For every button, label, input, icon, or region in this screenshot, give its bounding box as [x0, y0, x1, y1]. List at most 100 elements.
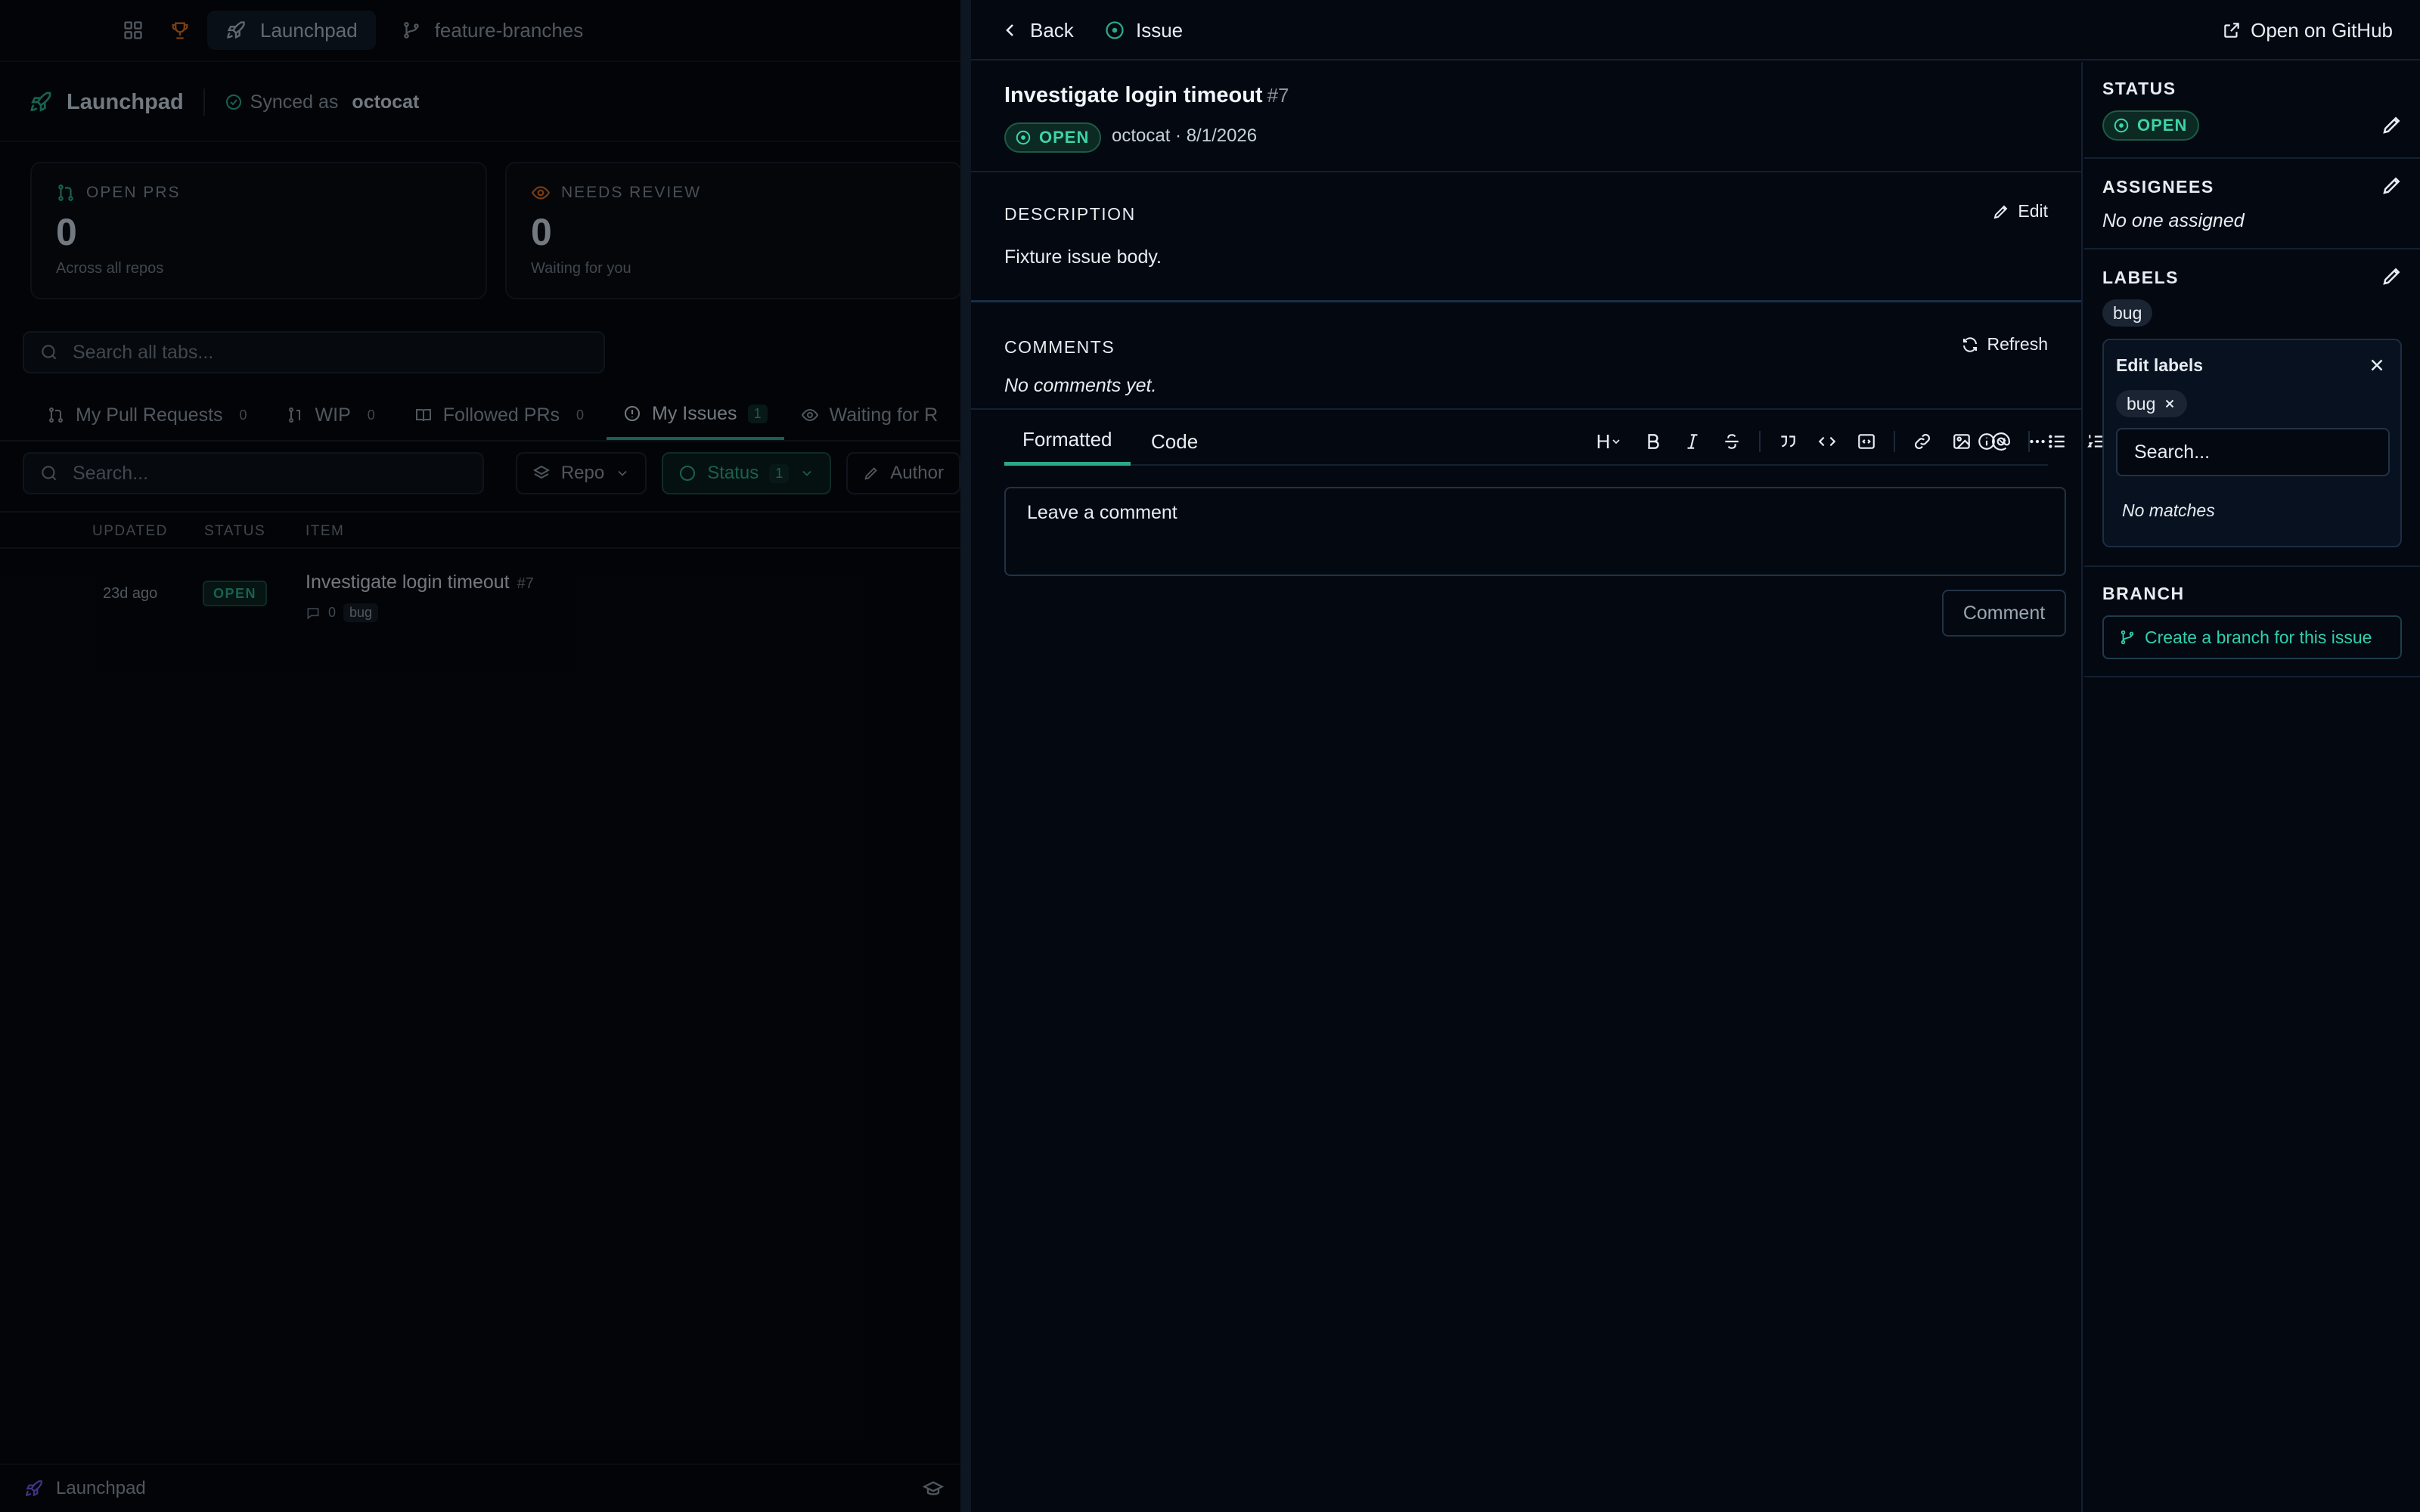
code-block-button[interactable]	[1853, 428, 1880, 455]
remove-label-icon[interactable]	[2163, 397, 2176, 411]
tab-wip[interactable]: WIP 0	[270, 390, 398, 440]
author-filter-label: Author	[890, 463, 944, 483]
comment-textarea[interactable]: Leave a comment	[1004, 487, 2066, 576]
code-block-icon	[1858, 434, 1875, 449]
trophy-icon[interactable]	[160, 11, 200, 50]
author-filter[interactable]: Author	[846, 452, 960, 494]
refresh-comments-button[interactable]: Refresh	[1961, 334, 2048, 355]
info-dropdown[interactable]	[1974, 428, 2012, 455]
label-search-placeholder: Search...	[2134, 441, 2211, 463]
strikethrough-button[interactable]	[1718, 428, 1745, 455]
search-icon	[42, 345, 57, 360]
assignees-section: ASSIGNEES No one assigned	[2084, 159, 2420, 249]
filter-row: Search... Repo Status 1 Author	[23, 451, 960, 496]
close-icon[interactable]	[2367, 355, 2387, 375]
search-icon	[42, 466, 57, 481]
item-type-label: Issue	[1136, 18, 1184, 42]
create-branch-button[interactable]: Create a branch for this issue	[2102, 615, 2402, 659]
status-filter[interactable]: Status 1	[662, 452, 832, 494]
issue-open-icon	[1106, 21, 1124, 39]
row-status-badge: OPEN	[203, 581, 268, 606]
description-section: DESCRIPTION Edit Fixture issue body.	[971, 174, 2081, 302]
edit-status-pencil-icon[interactable]	[2381, 113, 2403, 136]
synced-label: Synced as	[250, 91, 339, 113]
info-icon	[1978, 433, 1995, 450]
create-branch-label: Create a branch for this issue	[2145, 627, 2372, 647]
back-button[interactable]: Back	[1001, 15, 1074, 45]
row-comment-count: 0	[328, 605, 337, 620]
issue-number: #7	[1267, 84, 1289, 107]
nav-launchpad[interactable]: Launchpad	[207, 11, 376, 50]
edit-assignees-pencil-icon[interactable]	[2381, 174, 2403, 197]
sidebar-status-text: OPEN	[2137, 116, 2188, 135]
open-prs-value: 0	[56, 211, 77, 253]
grid-icon[interactable]	[113, 11, 153, 50]
table-row[interactable]: 23d ago OPEN Investigate login timeout #…	[0, 556, 960, 629]
nav-launchpad-label: Launchpad	[260, 18, 358, 42]
tab-count: 0	[239, 407, 247, 423]
divider	[203, 88, 205, 116]
issue-sidebar: STATUS OPEN ASSIGNEES No one assigned LA…	[2084, 62, 2420, 1512]
comment-placeholder: Leave a comment	[1027, 502, 1177, 523]
tab-code[interactable]: Code	[1151, 417, 1198, 466]
tab-my-pull-requests[interactable]: My Pull Requests 0	[30, 390, 270, 440]
label-chip-text: bug	[2113, 302, 2142, 323]
pencil-icon	[1993, 205, 2008, 218]
item-type: Issue	[1104, 15, 1183, 45]
book-icon	[415, 409, 431, 422]
tab-followed-prs[interactable]: Followed PRs 0	[398, 390, 607, 440]
image-button[interactable]	[1948, 428, 1975, 455]
open-on-github-link[interactable]: Open on GitHub	[2222, 15, 2393, 45]
link-button[interactable]	[1909, 428, 1936, 455]
edit-labels-popover: Edit labels bug Search... No matches	[2102, 339, 2402, 547]
edit-description-button[interactable]: Edit	[1992, 201, 2048, 222]
circle-icon	[680, 466, 696, 481]
tab-code-label: Code	[1151, 429, 1199, 453]
pull-request-icon	[58, 184, 73, 201]
more-horizontal-icon	[2030, 439, 2045, 444]
selected-label-text: bug	[2127, 393, 2156, 414]
open-prs-card[interactable]: OPEN PRS 0 Across all repos	[30, 162, 487, 299]
search-all-tabs-input[interactable]: Search all tabs...	[23, 331, 605, 373]
tab-formatted-label: Formatted	[1022, 428, 1112, 451]
tab-count: 0	[576, 407, 585, 423]
drawer-topbar: Back Issue Open on GitHub	[971, 0, 2420, 60]
heading-dropdown[interactable]: H	[1590, 428, 1629, 455]
synced-user: octocat	[352, 91, 420, 113]
open-prs-label-row: OPEN PRS	[56, 183, 461, 203]
chevron-down-icon	[1999, 439, 2006, 445]
bold-icon	[1648, 434, 1659, 449]
graduation-cap-icon[interactable]	[923, 1479, 944, 1500]
italic-button[interactable]	[1679, 428, 1706, 455]
tab-label: WIP	[315, 404, 351, 426]
edit-labels-pencil-icon[interactable]	[2381, 265, 2403, 287]
tab-formatted[interactable]: Formatted	[1004, 417, 1131, 466]
row-title-line: Investigate login timeout #7	[306, 572, 534, 593]
label-search-input[interactable]: Search...	[2116, 428, 2390, 476]
row-title[interactable]: Investigate login timeout	[306, 572, 510, 593]
tab-bar: My Pull Requests 0 WIP 0 Followed PRs 0 …	[0, 390, 960, 442]
search-input[interactable]: Search...	[23, 452, 484, 494]
repo-filter[interactable]: Repo	[515, 452, 647, 494]
quote-button[interactable]	[1774, 428, 1801, 455]
tab-waiting-for-review[interactable]: Waiting for R	[784, 390, 955, 440]
issue-icon	[625, 406, 641, 421]
bold-button[interactable]	[1640, 428, 1667, 455]
external-link-icon	[2224, 23, 2239, 38]
open-on-github-label: Open on GitHub	[2251, 18, 2393, 42]
description-label: DESCRIPTION	[1004, 204, 1136, 224]
more-options-button[interactable]	[2024, 428, 2051, 455]
inline-code-button[interactable]	[1813, 428, 1841, 455]
tab-my-issues[interactable]: My Issues 1	[607, 390, 784, 440]
issue-title: Investigate login timeout	[1004, 83, 1263, 107]
needs-review-card[interactable]: NEEDS REVIEW 0 Waiting for you	[505, 162, 962, 299]
needs-review-sub: Waiting for you	[531, 260, 631, 277]
comments-label: COMMENTS	[1004, 337, 1115, 357]
submit-comment-button[interactable]: Comment	[1942, 590, 2066, 637]
nav-feature-branches[interactable]: feature-branches	[383, 11, 602, 50]
top-nav-bar: Launchpad feature-branches	[0, 0, 960, 62]
status-filter-label: Status	[707, 463, 759, 483]
issue-header: Investigate login timeout #7 OPEN octocat…	[971, 62, 2081, 172]
sidebar-status-badge: OPEN	[2102, 110, 2200, 141]
chevron-down-icon	[802, 470, 811, 476]
